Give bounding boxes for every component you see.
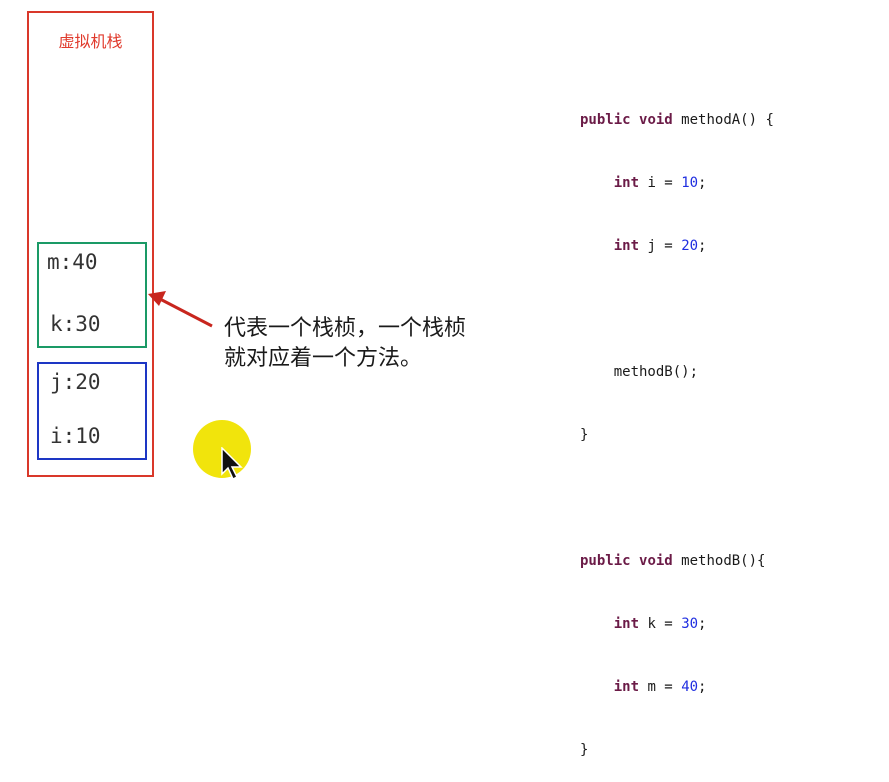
code-methodA-close: }: [580, 427, 589, 443]
annotation-line-1: 代表一个栈桢，一个栈桢: [224, 316, 467, 341]
arrow-head: [148, 291, 166, 306]
annotation-text: 代表一个栈桢，一个栈桢 就对应着一个方法。: [224, 314, 466, 374]
code-methodB-line1: int k = 30;: [613, 616, 707, 632]
arrow-shaft: [159, 297, 213, 328]
code-methodB-close: }: [580, 742, 589, 758]
annotation-line-2: 就对应着一个方法。: [224, 346, 423, 371]
code-methodB-signature: public void methodB(){: [580, 553, 766, 569]
arrow-pointer-icon: [221, 447, 243, 481]
code-methodA-line1: int i = 10;: [613, 175, 707, 191]
code-methodA-call: methodB();: [613, 364, 699, 380]
code-block: public void methodA() { int i = 10; int …: [580, 68, 774, 782]
code-methodB-line2: int m = 40;: [613, 679, 707, 695]
code-methodA-signature: public void methodA() {: [580, 112, 774, 128]
code-methodA-line2: int j = 20;: [613, 238, 707, 254]
